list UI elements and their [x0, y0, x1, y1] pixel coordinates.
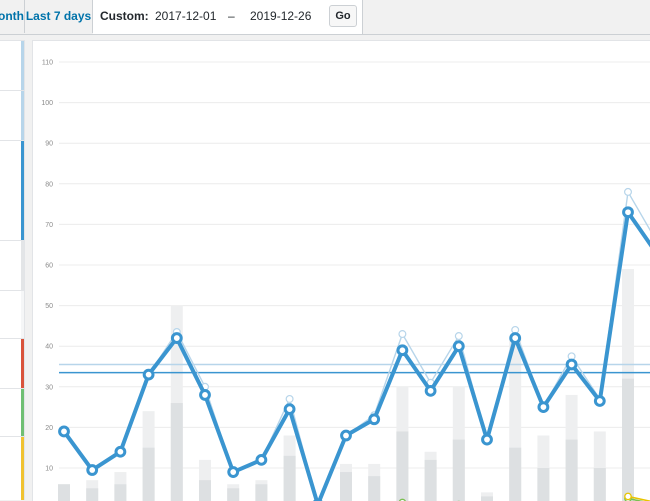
bar-segment [565, 439, 578, 501]
bar-segment [424, 459, 437, 501]
bar-segment [170, 403, 183, 501]
main-series-point [340, 429, 352, 442]
bar-segment [255, 484, 268, 501]
main-series-point [481, 433, 493, 446]
range-tab-last-7-days-label: Last 7 days [25, 9, 92, 23]
range-tab-month-label: Month [0, 9, 24, 23]
y-tick-label: 90 [45, 141, 53, 148]
custom-range-label: Custom: [100, 9, 149, 23]
main-series-point [199, 389, 211, 401]
legend-swatch [21, 41, 24, 90]
y-tick-label: 40 [45, 344, 53, 351]
y-tick-label: 100 [41, 100, 53, 107]
bar-segment [114, 484, 127, 501]
legend-row[interactable] [0, 388, 24, 436]
legend-swatch [21, 141, 24, 240]
main-series-point [424, 384, 437, 397]
legend-row[interactable] [0, 240, 24, 290]
comparison-series-point [398, 330, 407, 339]
bar-segment [142, 447, 155, 501]
bar-segment [622, 378, 634, 501]
end-date-input[interactable] [250, 5, 322, 27]
custom-range-box: Custom: – Go [93, 0, 363, 34]
yellow-series-point [624, 492, 632, 501]
bar-segment [368, 476, 381, 501]
y-tick-label: 10 [45, 466, 53, 473]
legend-panel [0, 40, 25, 500]
date-separator: – [228, 9, 235, 23]
legend-swatch [21, 91, 24, 140]
date-range-toolbar: Month Last 7 days Custom: – Go [0, 0, 650, 35]
main-series-point [537, 401, 550, 414]
visits-chart: 10 20 30 40 50 60 70 80 90 100 110 [41, 60, 650, 501]
main-series-point [622, 206, 634, 219]
legend-row[interactable] [0, 436, 24, 500]
legend-swatch [21, 291, 24, 338]
legend-swatch [21, 437, 24, 500]
main-series-point [368, 413, 381, 426]
main-series-point [58, 425, 70, 438]
main-series-point [565, 358, 578, 371]
main-series-point [593, 395, 606, 407]
bar-segment [509, 447, 522, 501]
main-series-point [170, 332, 183, 344]
comparison-series-point [454, 332, 463, 341]
bar-segment [452, 439, 465, 501]
y-tick-label: 20 [45, 425, 53, 432]
main-series-point [283, 403, 296, 416]
y-tick-label: 110 [42, 60, 53, 67]
legend-row[interactable] [0, 90, 24, 140]
y-tick-label: 60 [45, 263, 53, 270]
bar-segment [340, 472, 352, 501]
comparison-series-point [285, 394, 294, 403]
chart-panel: 10 20 30 40 50 60 70 80 90 100 110 [32, 40, 650, 501]
y-tick-label: 30 [45, 384, 53, 391]
legend-swatch [21, 339, 24, 388]
bar-segment [537, 468, 550, 501]
main-series-point [396, 344, 409, 357]
range-tab-last-7-days[interactable]: Last 7 days [24, 0, 93, 33]
legend-row[interactable] [0, 338, 24, 388]
main-series-point [255, 453, 268, 466]
start-date-input[interactable] [155, 5, 227, 27]
bar-segment [58, 484, 70, 501]
legend-swatch [21, 241, 24, 290]
bar-segment [199, 480, 211, 501]
legend-row[interactable] [0, 290, 24, 338]
comparison-series-point [623, 187, 632, 196]
bar-segment [481, 496, 493, 501]
bar-segment [283, 455, 296, 501]
bar-segment [593, 468, 606, 501]
legend-row[interactable] [0, 40, 24, 90]
y-tick-label: 70 [45, 222, 53, 229]
main-series-point [114, 445, 127, 458]
y-tick-label: 50 [45, 303, 53, 310]
main-series-point [452, 340, 465, 353]
legend-swatch [21, 389, 24, 436]
bar-segment [86, 488, 99, 501]
go-button[interactable]: Go [329, 5, 357, 27]
y-tick-label: 80 [45, 181, 53, 188]
main-series-point [142, 368, 155, 381]
range-tab-month[interactable]: Month [0, 0, 24, 33]
legend-row[interactable] [0, 140, 24, 240]
bar-segment [396, 431, 409, 501]
main-series-point [86, 464, 99, 476]
main-series-point [509, 332, 522, 344]
main-series-point [227, 466, 240, 478]
bar-segment [227, 488, 240, 501]
